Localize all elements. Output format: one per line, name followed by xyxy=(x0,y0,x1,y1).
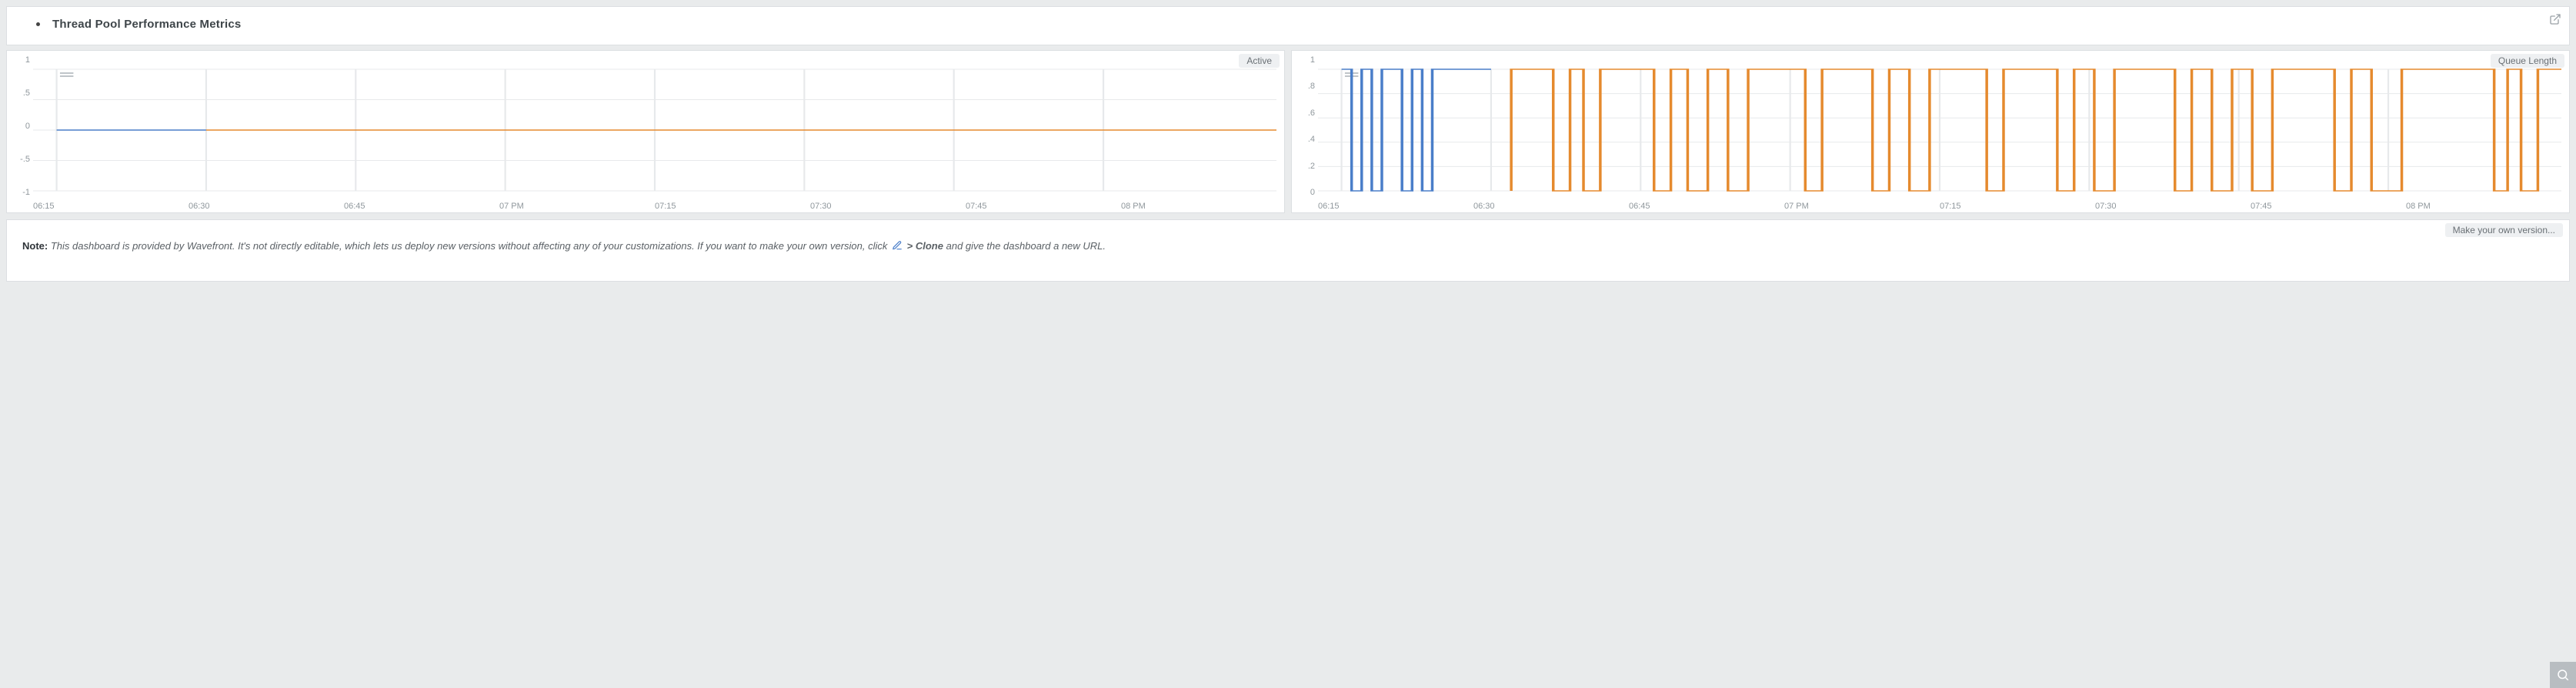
xtick: 07:15 xyxy=(655,202,810,211)
note-text: Note: This dashboard is provided by Wave… xyxy=(22,240,2554,253)
xtick: 07 PM xyxy=(499,202,655,211)
ytick: 0 xyxy=(1296,188,1315,197)
xtick: 07 PM xyxy=(1784,202,1940,211)
chart-canvas-active xyxy=(33,55,1276,206)
ytick: -1 xyxy=(12,188,30,197)
clone-prefix: > xyxy=(907,240,916,252)
xtick: 07:30 xyxy=(810,202,966,211)
note-post: and give the dashboard a new URL. xyxy=(946,240,1106,252)
bullet-icon xyxy=(36,22,40,26)
xtick: 07:45 xyxy=(2251,202,2406,211)
ytick: 1 xyxy=(1296,55,1315,65)
note-card: Make your own version... Note: This dash… xyxy=(6,219,2570,282)
xtick: 06:15 xyxy=(33,202,189,211)
ytick: 0 xyxy=(12,122,30,131)
search-button[interactable] xyxy=(2550,662,2576,688)
xtick: 07:45 xyxy=(966,202,1121,211)
ytick: 1 xyxy=(12,55,30,65)
ytick: -.5 xyxy=(12,155,30,164)
ytick: .6 xyxy=(1296,109,1315,118)
chart-canvas-queue xyxy=(1318,55,2561,206)
chart-active[interactable]: Active xyxy=(6,50,1285,213)
ytick: .4 xyxy=(1296,135,1315,144)
note-label: Note: xyxy=(22,240,48,252)
ytick: .8 xyxy=(1296,82,1315,91)
ytick: .5 xyxy=(12,89,30,98)
y-axis-queue: 1 .8 .6 .4 .2 0 xyxy=(1296,55,1315,197)
chart-title: Queue Length xyxy=(2491,54,2564,68)
xtick: 07:15 xyxy=(1940,202,2095,211)
xtick: 08 PM xyxy=(2406,202,2561,211)
ytick: .2 xyxy=(1296,162,1315,171)
xtick: 06:30 xyxy=(189,202,344,211)
external-link-icon[interactable] xyxy=(2549,13,2561,28)
xtick: 06:45 xyxy=(1629,202,1784,211)
clone-word: Clone xyxy=(916,240,943,252)
charts-row: Active xyxy=(6,50,2570,213)
pencil-icon xyxy=(892,240,903,253)
make-own-version-button[interactable]: Make your own version... xyxy=(2445,223,2563,237)
xtick: 06:30 xyxy=(1473,202,1629,211)
note-pre: This dashboard is provided by Wavefront.… xyxy=(51,240,888,252)
section-title: Thread Pool Performance Metrics xyxy=(52,18,241,31)
chart-title: Active xyxy=(1239,54,1280,68)
x-axis-active: 06:15 06:30 06:45 07 PM 07:15 07:30 07:4… xyxy=(33,202,1276,211)
chart-queue-length[interactable]: Queue Length xyxy=(1291,50,2570,213)
xtick: 06:45 xyxy=(344,202,499,211)
section-header: Thread Pool Performance Metrics xyxy=(6,6,2570,45)
xtick: 08 PM xyxy=(1121,202,1276,211)
search-icon xyxy=(2556,668,2570,682)
xtick: 07:30 xyxy=(2095,202,2251,211)
y-axis-active: 1 .5 0 -.5 -1 xyxy=(12,55,30,197)
xtick: 06:15 xyxy=(1318,202,1473,211)
x-axis-queue: 06:15 06:30 06:45 07 PM 07:15 07:30 07:4… xyxy=(1318,202,2561,211)
